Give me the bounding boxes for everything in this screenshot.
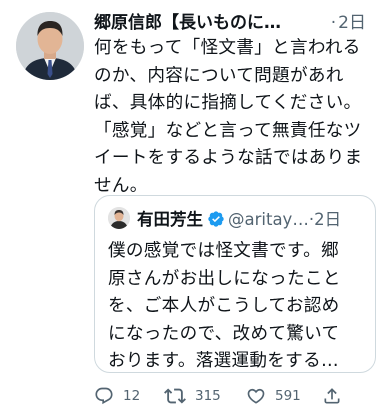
quoted-text-line: 原さんがお出しになったこと: [108, 268, 341, 289]
tweet-text-line: ば、具体的に指摘してください。: [94, 93, 362, 114]
reply-button[interactable]: 12: [94, 384, 140, 408]
tweet-time-label: 2日: [338, 13, 366, 32]
quoted-tweet-time: 2日: [314, 210, 342, 229]
tweet-time[interactable]: · 2日: [331, 8, 366, 32]
tweet-text: 何をもって「怪文書」と言われる のか、内容について問題があれ ば、具体的に指摘し…: [94, 35, 388, 201]
tweet[interactable]: 郷原信郎【長いものに… · 2日 何をもって「怪文書」と言われる のか、内容につい…: [0, 0, 392, 418]
tweet-text-line: のか、内容について問題があれ: [94, 65, 344, 86]
quoted-text-line: を、ご本人がこうしてお認め: [108, 296, 340, 317]
author-avatar[interactable]: [16, 12, 84, 80]
like-button[interactable]: 591: [246, 384, 301, 408]
author-name[interactable]: 郷原信郎【長いものに…: [94, 13, 281, 32]
share-button[interactable]: [322, 384, 351, 408]
reply-icon: [95, 387, 113, 405]
retweet-count: 315: [195, 388, 221, 404]
quoted-tweet-header: 有田芳生 @aritay…·2日: [137, 206, 369, 230]
retweet-button[interactable]: 315: [164, 384, 221, 408]
retweet-icon: [164, 388, 186, 404]
time-separator: ·: [330, 13, 337, 32]
tweet-header: 郷原信郎【長いものに… · 2日: [94, 8, 384, 32]
tweet-actions: 12 315 591: [94, 384, 384, 408]
reply-count: 12: [123, 388, 141, 404]
verified-badge-icon: [208, 211, 224, 227]
tweet-text-line: 何をもって「怪文書」と言われる: [94, 38, 361, 58]
tweet-text-line: 「感覚」などと言って無責任なツ: [94, 120, 362, 141]
quoted-author-handle: @aritay…: [228, 210, 309, 229]
quoted-author-name: 有田芳生: [137, 210, 203, 229]
quoted-text-line: おります。落選運動をする…: [108, 351, 339, 372]
share-icon: [324, 388, 340, 404]
quoted-text-line: になったので、改めて驚いて: [108, 323, 340, 344]
like-count: 591: [275, 388, 301, 404]
quoted-author-avatar: [108, 207, 130, 229]
tweet-text-line: イートをするような話ではありま: [94, 148, 363, 169]
quoted-text-line: 僕の感覚では怪文書です。郷: [108, 241, 339, 261]
quoted-tweet[interactable]: 有田芳生 @aritay…·2日 僕の感覚では怪文書です。郷 原さんがお出しにな…: [94, 195, 376, 373]
quoted-tweet-text: 僕の感覚では怪文書です。郷 原さんがお出しになったこと を、ご本人がこうしてお認…: [108, 238, 370, 376]
like-icon: [247, 388, 265, 404]
